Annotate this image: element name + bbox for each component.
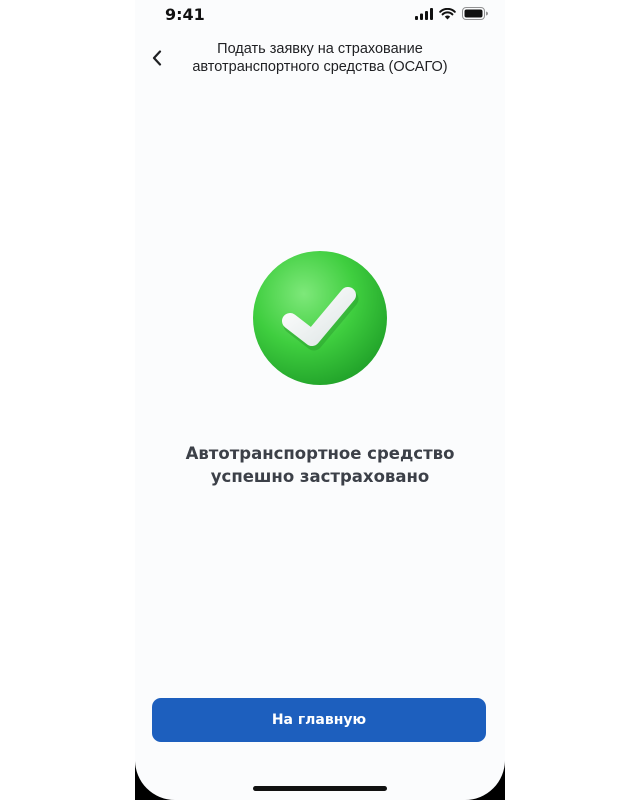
status-icons [415, 7, 489, 20]
status-time: 9:41 [165, 5, 205, 24]
home-indicator [253, 786, 387, 791]
back-button[interactable] [145, 44, 169, 72]
battery-icon [462, 7, 488, 20]
success-message: Автотранспортное средство успешно застра… [185, 444, 455, 486]
cellular-signal-icon [415, 7, 433, 20]
chevron-left-icon [152, 50, 162, 66]
status-bar: 9:41 [135, 0, 505, 32]
home-button[interactable]: На главную [152, 698, 486, 742]
app-screen: 9:41 Подать заявку на страхование автотр… [135, 0, 505, 800]
page-title: Подать заявку на страхование автотранспо… [192, 41, 448, 75]
green-checkmark-icon [253, 251, 387, 385]
phone-frame: 9:41 Подать заявку на страхование автотр… [135, 0, 505, 800]
nav-header: Подать заявку на страхование автотранспо… [135, 36, 505, 86]
wifi-icon [439, 7, 456, 19]
